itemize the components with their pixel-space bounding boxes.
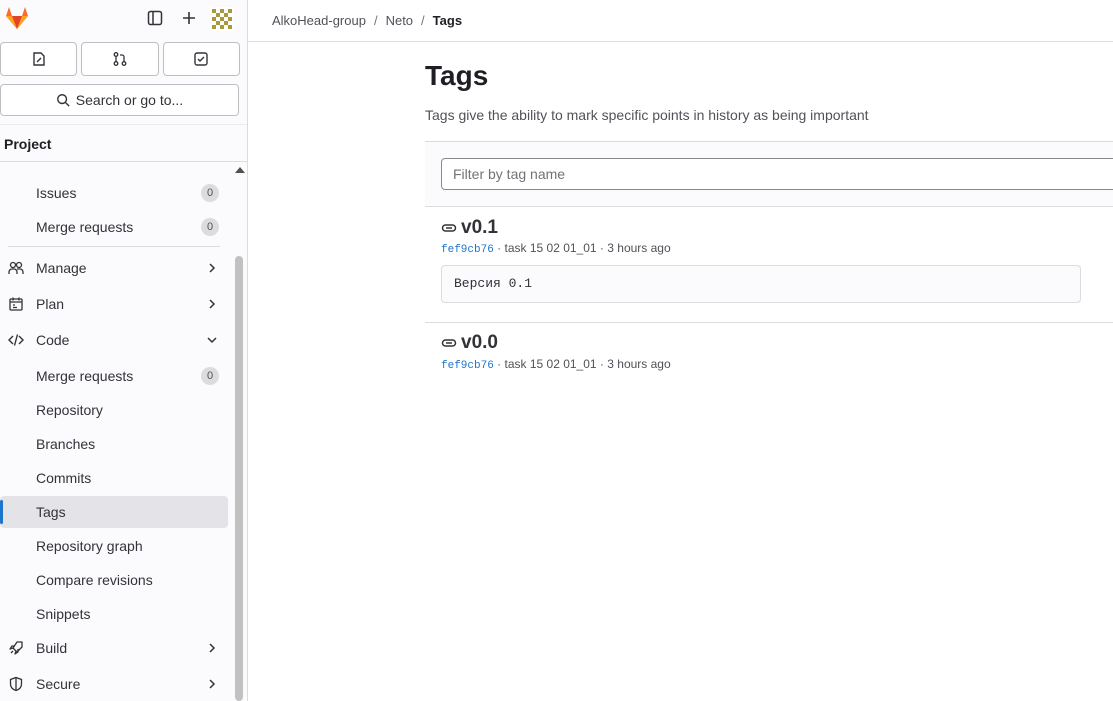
breadcrumb-group-link[interactable]: AlkoHead-group [272, 13, 366, 28]
tag-row: v0.1 fef9cb76 · task 15 02 01_01 · 3 hou… [425, 207, 1113, 322]
sidebar-item-label: Build [36, 640, 68, 656]
sidebar-item-label: Snippets [36, 606, 91, 622]
sidebar-item-code[interactable]: Code [0, 324, 228, 356]
filter-bar [425, 141, 1113, 207]
gitlab-logo-icon[interactable] [4, 6, 30, 30]
breadcrumb-project-link[interactable]: Neto [386, 13, 413, 28]
project-context-title[interactable]: Project [0, 124, 247, 162]
sidebar-item-branches[interactable]: Branches [0, 428, 228, 460]
sidebar-item-issues[interactable]: Issues 0 [0, 177, 228, 209]
breadcrumb-current[interactable]: Tags [433, 13, 462, 28]
sidebar-toggle-icon[interactable] [142, 6, 168, 30]
sidebar-item-build[interactable]: Build [0, 632, 228, 664]
sidebar-item-plan[interactable]: Plan [0, 288, 228, 320]
count-badge: 0 [201, 367, 219, 385]
tag-meta: fef9cb76 · task 15 02 01_01 · 3 hours ag… [441, 357, 671, 372]
meta-separator: · [497, 357, 505, 371]
shield-icon [9, 676, 23, 692]
sidebar-header [0, 0, 247, 38]
sidebar-item-secure[interactable]: Secure [0, 668, 228, 700]
sidebar-quick-tabs [0, 42, 240, 76]
merge-requests-tab-button[interactable] [81, 42, 159, 76]
chevron-down-icon [207, 337, 217, 344]
sidebar-item-label: Commits [36, 470, 92, 486]
sidebar-item-label: Secure [36, 676, 81, 692]
sidebar-item-label: Repository graph [36, 538, 143, 554]
users-icon [8, 261, 24, 274]
scroll-up-arrow-icon[interactable] [235, 167, 245, 173]
count-badge: 0 [201, 218, 219, 236]
avatar[interactable] [210, 7, 234, 31]
sidebar-item-merge-requests[interactable]: Merge requests 0 [0, 211, 228, 243]
sidebar-item-label: Repository [36, 402, 103, 418]
page-title: Tags [425, 60, 489, 91]
sidebar-item-label: Branches [36, 436, 96, 452]
tag-filter-input[interactable] [441, 158, 1113, 190]
sidebar-item-label: Compare revisions [36, 572, 153, 588]
plus-icon[interactable] [176, 6, 202, 30]
sidebar-item-label: Plan [36, 296, 65, 312]
sidebar: Search or go to... Project Issues 0 Merg… [0, 0, 248, 701]
search-label: Search or go to... [75, 92, 184, 108]
tag-icon [441, 224, 457, 232]
breadcrumb-separator: / [373, 13, 378, 28]
sidebar-item-label: Code [36, 332, 70, 348]
sidebar-item-repository[interactable]: Repository [0, 394, 228, 426]
sidebar-item-repository-graph[interactable]: Repository graph [0, 530, 228, 562]
breadcrumb-separator: / [421, 13, 425, 28]
chevron-right-icon [209, 679, 216, 689]
sidebar-item-snippets[interactable]: Snippets [0, 598, 228, 630]
sidebar-item-commits[interactable]: Commits [0, 462, 228, 494]
tag-name-link[interactable]: v0.0 [441, 332, 498, 354]
tag-name: v0.1 [461, 217, 498, 238]
sidebar-item-label: Merge requests [36, 219, 134, 235]
breadcrumb: AlkoHead-group / Neto / Tags [248, 0, 1113, 42]
issues-icon [32, 52, 45, 66]
tag-name: v0.0 [461, 332, 498, 353]
commit-title-link[interactable]: task 15 02 01_01 [505, 241, 597, 255]
commit-sha-link[interactable]: fef9cb76 [441, 244, 494, 256]
chevron-right-icon [209, 643, 216, 653]
sidebar-item-code-merge-requests[interactable]: Merge requests 0 [0, 360, 228, 392]
tag-meta: fef9cb76 · task 15 02 01_01 · 3 hours ag… [441, 241, 671, 256]
rocket-icon [9, 641, 23, 655]
tag-name-link[interactable]: v0.1 [441, 217, 498, 239]
chevron-right-icon [209, 299, 216, 309]
sidebar-item-label: Manage [36, 260, 87, 276]
count-badge: 0 [201, 184, 219, 202]
sidebar-item-label: Merge requests [36, 368, 134, 384]
sidebar-item-compare-revisions[interactable]: Compare revisions [0, 564, 228, 596]
code-icon [8, 334, 24, 346]
meta-separator: · [497, 241, 505, 255]
commit-sha-link[interactable]: fef9cb76 [441, 360, 494, 372]
todo-tab-button[interactable] [162, 42, 240, 76]
todo-icon [194, 52, 209, 66]
commit-title-link[interactable]: task 15 02 01_01 [505, 357, 597, 371]
sidebar-item-manage[interactable]: Manage [0, 252, 228, 284]
chevron-right-icon [209, 263, 216, 273]
tag-icon [441, 339, 457, 347]
sidebar-item-tags[interactable]: Tags [0, 496, 228, 528]
sidebar-scrollbar[interactable] [235, 256, 243, 701]
search-icon [56, 94, 70, 107]
issues-tab-button[interactable] [0, 42, 78, 76]
tag-row: v0.0 fef9cb76 · task 15 02 01_01 · 3 hou… [425, 323, 1113, 393]
nav-divider [8, 246, 220, 247]
search-button[interactable]: Search or go to... [0, 84, 239, 116]
merge-request-icon [113, 52, 127, 66]
commit-time: 3 hours ago [607, 241, 671, 255]
calendar-icon [9, 297, 23, 311]
page-description: Tags give the ability to mark specific p… [425, 107, 869, 123]
sidebar-item-label: Tags [36, 504, 66, 520]
sidebar-item-label: Issues [36, 185, 77, 201]
tag-message: Версия 0.1 [441, 265, 1081, 303]
commit-time: 3 hours ago [607, 357, 671, 371]
